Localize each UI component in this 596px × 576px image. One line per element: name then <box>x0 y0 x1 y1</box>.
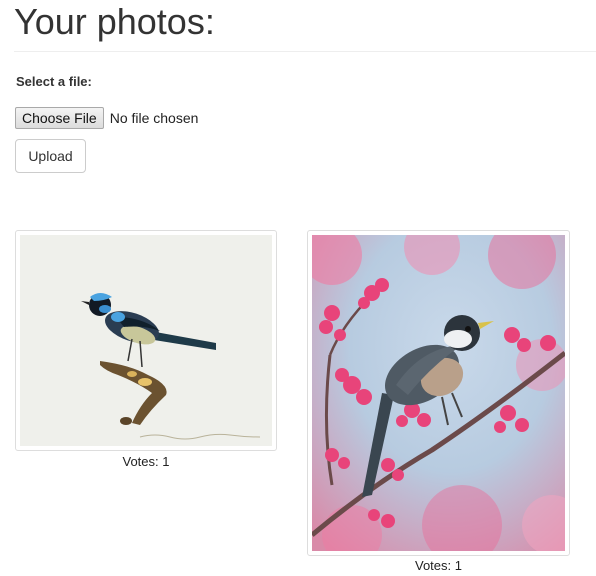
photo-thumbnail[interactable] <box>15 230 277 451</box>
page-title: Your photos: <box>14 1 215 42</box>
choose-file-button[interactable]: Choose File <box>15 107 104 129</box>
file-input[interactable]: Choose File No file chosen <box>15 107 198 129</box>
title-divider <box>14 51 596 52</box>
bird-on-blossom-image <box>312 235 565 551</box>
photo-page: Your photos: Select a file: Choose File … <box>0 0 596 576</box>
photo-thumbnail[interactable] <box>307 230 570 556</box>
file-status-text: No file chosen <box>109 110 199 126</box>
file-field-label: Select a file: <box>16 74 92 89</box>
votes-count: Votes: 1 <box>122 454 170 469</box>
votes-count: Votes: 1 <box>415 558 462 573</box>
bird-illustration-image <box>20 235 272 446</box>
upload-button[interactable]: Upload <box>15 139 86 173</box>
